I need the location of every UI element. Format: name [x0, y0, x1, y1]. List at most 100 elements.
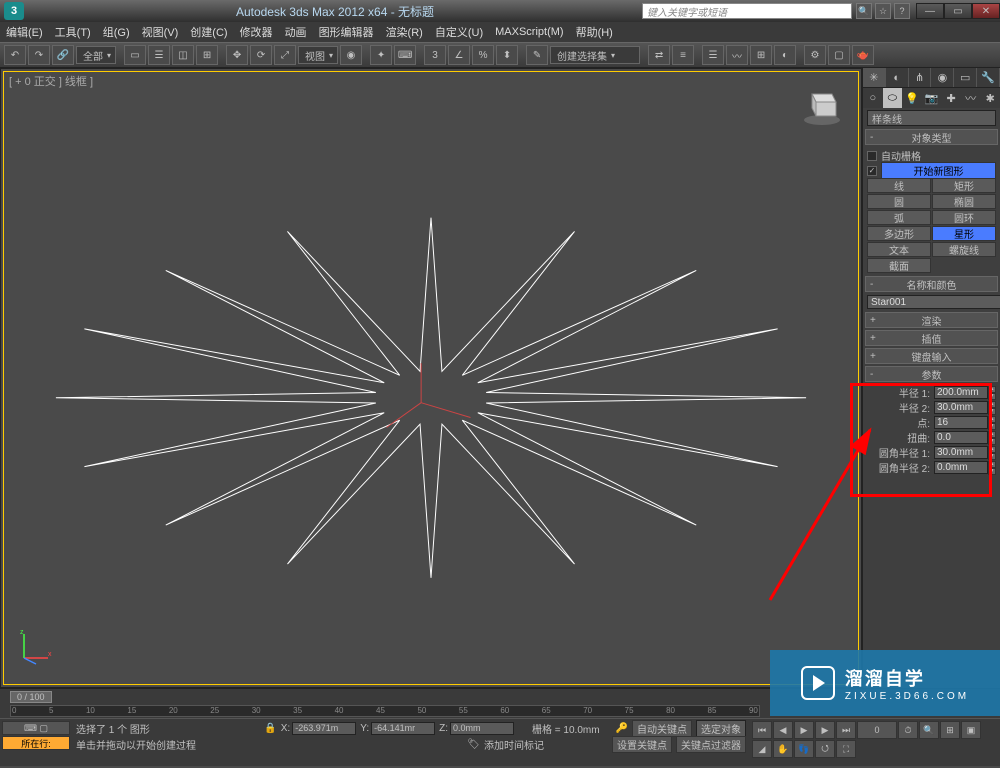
- param-spinner[interactable]: 0.0mm: [934, 461, 988, 474]
- modify-tab-icon[interactable]: ◐: [886, 68, 909, 87]
- menu-group[interactable]: 组(G): [103, 24, 130, 40]
- coord-x[interactable]: -263.971m: [292, 722, 356, 735]
- render-button[interactable]: 🫖: [852, 45, 874, 65]
- nav-zoomall-button[interactable]: ⊞: [940, 721, 960, 739]
- coord-z[interactable]: 0.0mm: [450, 722, 514, 735]
- info-icon[interactable]: ?: [894, 3, 910, 19]
- nav-orbit-button[interactable]: ⭯: [815, 740, 835, 758]
- param-spinner[interactable]: 200.0mm: [934, 386, 988, 399]
- viewport-label[interactable]: [ + 0 正交 ] 线框 ]: [9, 73, 93, 89]
- spinner-snap-button[interactable]: ⬍: [496, 45, 518, 65]
- menu-modifiers[interactable]: 修改器: [240, 24, 273, 40]
- keymode-icon[interactable]: 🔑: [616, 723, 628, 734]
- add-time-tag[interactable]: 添加时间标记: [484, 737, 544, 752]
- helpers-cat-icon[interactable]: ✚: [941, 88, 961, 108]
- align-button[interactable]: ≡: [672, 45, 694, 65]
- percent-snap-button[interactable]: %: [472, 45, 494, 65]
- utilities-tab-icon[interactable]: 🔧: [977, 68, 1000, 87]
- hierarchy-tab-icon[interactable]: ⋔: [909, 68, 932, 87]
- shape-button-截面[interactable]: 截面: [867, 258, 931, 273]
- angle-snap-button[interactable]: ∠: [448, 45, 470, 65]
- next-frame-button[interactable]: ▶: [815, 721, 835, 739]
- filter-dropdown[interactable]: 全部: [76, 46, 116, 64]
- link-button[interactable]: 🔗: [52, 45, 74, 65]
- systems-cat-icon[interactable]: ✱: [980, 88, 1000, 108]
- shape-button-矩形[interactable]: 矩形: [932, 178, 996, 193]
- menu-view[interactable]: 视图(V): [142, 24, 179, 40]
- maximize-button[interactable]: ▭: [944, 3, 972, 19]
- nav-pan-button[interactable]: ✋: [773, 740, 793, 758]
- goto-end-button[interactable]: ⏭: [836, 721, 856, 739]
- curve-editor-button[interactable]: 〰: [726, 45, 748, 65]
- shape-button-螺旋线[interactable]: 螺旋线: [932, 242, 996, 257]
- rollout-render[interactable]: +渲染: [865, 312, 998, 328]
- undo-button[interactable]: ↶: [4, 45, 26, 65]
- menu-edit[interactable]: 编辑(E): [6, 24, 43, 40]
- nav-fov-button[interactable]: ◢: [752, 740, 772, 758]
- setkey-button[interactable]: 设置关键点: [612, 736, 672, 753]
- menu-animation[interactable]: 动画: [285, 24, 307, 40]
- space-cat-icon[interactable]: 〰: [961, 88, 981, 108]
- menu-maxscript[interactable]: MAXScript(M): [495, 26, 563, 38]
- window-crossing-button[interactable]: ⊞: [196, 45, 218, 65]
- scale-button[interactable]: ⤢: [274, 45, 296, 65]
- shape-button-弧[interactable]: 弧: [867, 210, 931, 225]
- viewport[interactable]: x z: [3, 71, 859, 685]
- object-name-input[interactable]: [867, 295, 1000, 309]
- motion-tab-icon[interactable]: ◉: [931, 68, 954, 87]
- lock-icon[interactable]: 🔒: [264, 723, 276, 734]
- viewcube[interactable]: [798, 80, 846, 128]
- rollout-object-type[interactable]: -对象类型: [865, 129, 998, 145]
- redo-button[interactable]: ↷: [28, 45, 50, 65]
- param-spinner[interactable]: 30.0mm: [934, 446, 988, 459]
- play-button[interactable]: ▶: [794, 721, 814, 739]
- select-name-button[interactable]: ☰: [148, 45, 170, 65]
- manipulate-button[interactable]: ✦: [370, 45, 392, 65]
- nav-zoom-button[interactable]: 🔍: [919, 721, 939, 739]
- param-spinner[interactable]: 16: [934, 416, 988, 429]
- current-frame[interactable]: 0: [857, 721, 897, 739]
- key-filter-button[interactable]: 关键点过滤器: [676, 736, 746, 753]
- layers-button[interactable]: ☰: [702, 45, 724, 65]
- display-tab-icon[interactable]: ▭: [954, 68, 977, 87]
- select-region-button[interactable]: ◫: [172, 45, 194, 65]
- mirror-button[interactable]: ⇄: [648, 45, 670, 65]
- search-input[interactable]: 键入关键字或短语: [642, 3, 852, 19]
- selected-filter[interactable]: 选定对象: [696, 720, 746, 737]
- nav-maximize-button[interactable]: ⛶: [836, 740, 856, 758]
- lights-cat-icon[interactable]: 💡: [902, 88, 922, 108]
- autokey-button[interactable]: 自动关键点: [632, 720, 692, 737]
- shape-button-星形[interactable]: 星形: [932, 226, 996, 241]
- rollout-name-color[interactable]: -名称和颜色: [865, 276, 998, 292]
- rotate-button[interactable]: ⟳: [250, 45, 272, 65]
- schematic-button[interactable]: ⊞: [750, 45, 772, 65]
- render-setup-button[interactable]: ⚙: [804, 45, 826, 65]
- select-button[interactable]: ▭: [124, 45, 146, 65]
- shape-button-文本[interactable]: 文本: [867, 242, 931, 257]
- link-icon[interactable]: ☆: [875, 3, 891, 19]
- script-mini-button[interactable]: ⌨ ▢: [2, 721, 70, 735]
- rollout-params[interactable]: -参数: [865, 366, 998, 382]
- menu-render[interactable]: 渲染(R): [386, 24, 423, 40]
- rollout-interpolation[interactable]: +插值: [865, 330, 998, 346]
- render-frame-button[interactable]: ▢: [828, 45, 850, 65]
- autogrid-checkbox[interactable]: [867, 151, 877, 161]
- create-tab-icon[interactable]: ✳: [863, 68, 886, 87]
- startnew-checkbox[interactable]: ✓: [867, 166, 877, 176]
- cameras-cat-icon[interactable]: 📷: [922, 88, 942, 108]
- shapes-cat-icon[interactable]: ⬭: [883, 88, 903, 108]
- shape-button-线[interactable]: 线: [867, 178, 931, 193]
- editnamed-button[interactable]: ✎: [526, 45, 548, 65]
- timetag-icon[interactable]: 🏷: [467, 739, 480, 750]
- shape-button-多边形[interactable]: 多边形: [867, 226, 931, 241]
- nav-zoomext-button[interactable]: ▣: [961, 721, 981, 739]
- param-spinner[interactable]: 30.0mm: [934, 401, 988, 414]
- menu-tools[interactable]: 工具(T): [55, 24, 91, 40]
- material-button[interactable]: ◐: [774, 45, 796, 65]
- pivot-button[interactable]: ◉: [340, 45, 362, 65]
- category-dropdown[interactable]: 样条线: [867, 110, 996, 126]
- move-button[interactable]: ✥: [226, 45, 248, 65]
- menu-grapheditors[interactable]: 图形编辑器: [319, 24, 374, 40]
- menu-create[interactable]: 创建(C): [190, 24, 227, 40]
- startnew-button[interactable]: 开始新图形: [881, 162, 996, 179]
